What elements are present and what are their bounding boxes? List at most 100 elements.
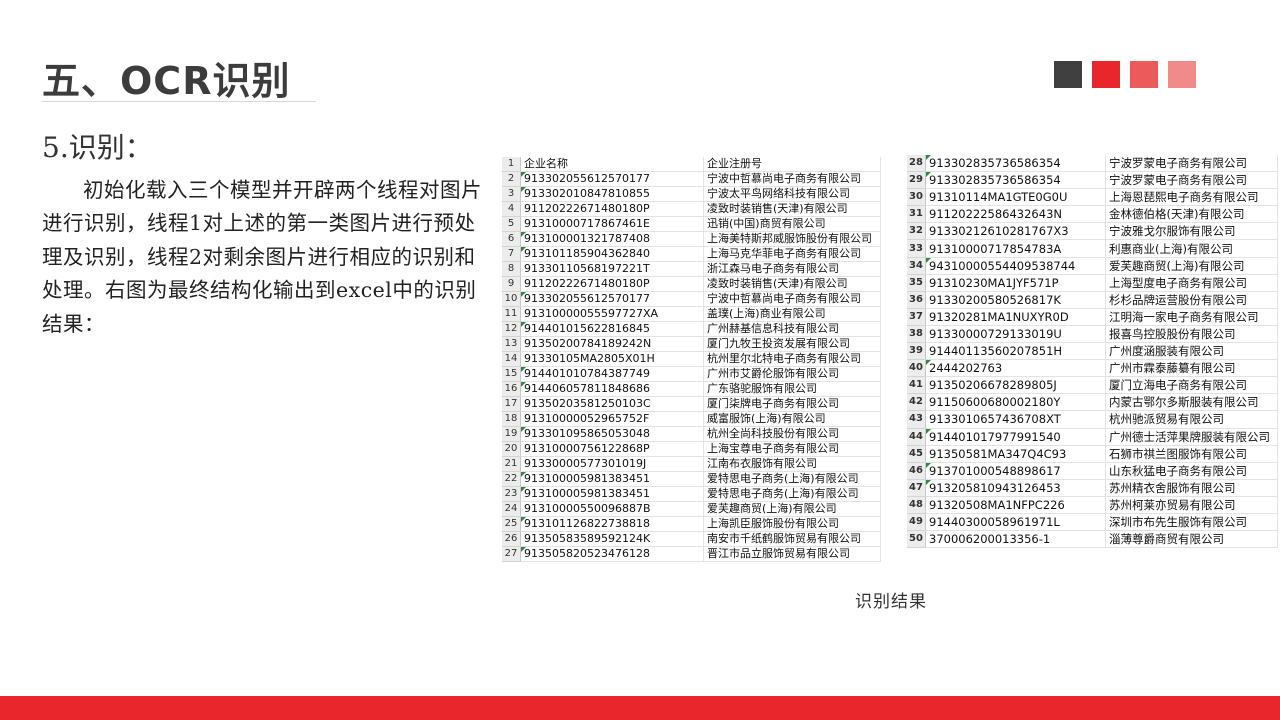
table-row: 14 91330105MA2805X01H 杭州里尔北特电子商务有限公司 xyxy=(502,351,881,367)
cell-registration-number: 91350200784189242N xyxy=(520,336,704,352)
cell-company-name: 宁波罗蒙电子商务有限公司 xyxy=(1105,171,1278,190)
cell-registration-number: 913205810943126453 xyxy=(925,479,1106,497)
row-number: 32 xyxy=(907,222,926,241)
table-row: 28 913302835736586354 宁波罗蒙电子商务有限公司 xyxy=(907,155,1278,173)
cell-company-name: 宁波太平鸟网络科技有限公司 xyxy=(703,186,881,202)
cell-registration-number: 91120222671480180P xyxy=(520,276,704,292)
row-number: 10 xyxy=(502,291,521,307)
cell-company-name: 宁波中哲慕尚电子商务有限公司 xyxy=(703,171,881,187)
row-number: 33 xyxy=(907,239,926,258)
table-row: 33 91310000717854783A 利惠商业(上海)有限公司 xyxy=(907,239,1278,258)
cell-company-name: 凌致时装销售(天津)有限公司 xyxy=(703,201,881,217)
cell-registration-number: 91310000756122868P xyxy=(520,441,704,457)
cell-company-name: 深圳市布先生服饰有限公司 xyxy=(1105,513,1278,532)
row-number: 35 xyxy=(907,274,926,292)
excel-result-sheet-left: 1 企业名称 企业注册号 2 913302055612570177 宁波中哲慕尚电子商务有… xyxy=(502,157,881,562)
row-number: 49 xyxy=(907,513,926,532)
cell-registration-number: 91150600680002180Y xyxy=(925,393,1106,412)
cell-registration-number: 914401017977991540 xyxy=(925,428,1106,446)
cell-company-name: 广州德士活萍果牌服装有限公司 xyxy=(1105,428,1278,446)
row-number: 24 xyxy=(502,501,521,517)
table-row: 3 913302010847810855 宁波太平鸟网络科技有限公司 xyxy=(502,186,881,202)
table-row: 17 91350203581250103C 厦门柒牌电子商务有限公司 xyxy=(502,396,881,412)
cell-company-name: 广东骆驼服饰有限公司 xyxy=(703,381,881,397)
cell-company-name: 山东秋猛电子商务有限公司 xyxy=(1105,462,1278,480)
cell-registration-number: 913701000548898617 xyxy=(925,462,1106,480)
cell-company-name: 江明海一家电子商务有限公司 xyxy=(1105,308,1278,326)
cell-registration-number: 914406057811848686 xyxy=(520,381,704,397)
row-number: 25 xyxy=(502,516,521,532)
row-number: 41 xyxy=(907,376,926,395)
cell-company-name: 爱特思电子商务(上海)有限公司 xyxy=(703,471,881,487)
table-row: 4 91120222671480180P 凌致时装销售(天津)有限公司 xyxy=(502,201,881,217)
row-number: 23 xyxy=(502,486,521,502)
cell-company-name: 上海美特斯邦威服饰股份有限公司 xyxy=(703,231,881,247)
table-row: 22 913100005981383451 爱特思电子商务(上海)有限公司 xyxy=(502,471,881,487)
cell-company-name: 宁波雅戈尔服饰有限公司 xyxy=(1105,222,1278,241)
table-row: 9 91120222671480180P 凌致时装销售(天津)有限公司 xyxy=(502,276,881,292)
cell-registration-number: 91350581MA347Q4C93 xyxy=(925,445,1106,463)
table-row: 2 913302055612570177 宁波中哲慕尚电子商务有限公司 xyxy=(502,171,881,187)
cell-company-name: 上海马克华菲电子商务有限公司 xyxy=(703,246,881,262)
row-number: 36 xyxy=(907,291,926,309)
row-number: 19 xyxy=(502,426,521,442)
cell-company-name: 企业注册号 xyxy=(703,157,881,172)
row-number: 20 xyxy=(502,441,521,457)
cell-registration-number: 913301095865053048 xyxy=(520,426,704,442)
row-number: 38 xyxy=(907,325,926,344)
table-row: 7 913101185904362840 上海马克华菲电子商务有限公司 xyxy=(502,246,881,262)
row-number: 17 xyxy=(502,396,521,412)
table-row: 45 91350581MA347Q4C93 石狮市祺兰图服饰有限公司 xyxy=(907,445,1278,463)
square-dark xyxy=(1054,61,1082,88)
cell-company-name: 厦门柒牌电子商务有限公司 xyxy=(703,396,881,412)
row-number: 47 xyxy=(907,479,926,497)
row-number: 27 xyxy=(502,546,521,562)
figure-caption: 识别结果 xyxy=(855,592,927,612)
row-number: 34 xyxy=(907,257,926,275)
row-number: 5 xyxy=(502,216,521,232)
row-number: 8 xyxy=(502,261,521,277)
cell-registration-number: 91310000717867461E xyxy=(520,216,704,232)
table-row: 37 91320281MA1NUXYR0D 江明海一家电子商务有限公司 xyxy=(907,308,1278,326)
cell-registration-number: 9133010657436708XT xyxy=(925,410,1106,429)
table-row: 44 914401017977991540 广州德士活萍果牌服装有限公司 xyxy=(907,428,1278,446)
table-row: 19 913301095865053048 杭州全尚科技股份有限公司 xyxy=(502,426,881,442)
cell-registration-number: 91310000055597727XA xyxy=(520,306,704,322)
cell-registration-number: 91310000052965752F xyxy=(520,411,704,427)
table-row: 15 914401010784387749 广州市艾爵伦服饰有限公司 xyxy=(502,366,881,382)
table-row: 21 91330000577301019J 江南布衣服饰有限公司 xyxy=(502,456,881,472)
cell-company-name: 淄薄尊爵商贸有限公司 xyxy=(1105,530,1278,549)
row-number: 45 xyxy=(907,445,926,463)
description-paragraph: 初始化载入三个模型并开辟两个线程对图片进行识别，线程1对上述的第一类图片进行预处… xyxy=(42,178,482,336)
table-row: 35 91310230MA1JYF571P 上海型度电子商务有限公司 xyxy=(907,274,1278,292)
cell-registration-number: 91330000577301019J xyxy=(520,456,704,472)
table-row: 31 91120222586432643N 金林德伯格(天津)有限公司 xyxy=(907,205,1278,224)
cell-company-name: 浙江森马电子商务有限公司 xyxy=(703,261,881,277)
table-row: 16 914406057811848686 广东骆驼服饰有限公司 xyxy=(502,381,881,397)
section-subtitle: 5.识别： xyxy=(42,131,153,164)
table-row: 18 91310000052965752F 威富服饰(上海)有限公司 xyxy=(502,411,881,427)
cell-company-name: 晋江市品立服饰贸易有限公司 xyxy=(703,546,881,562)
cell-registration-number: 913100005981383451 xyxy=(520,486,704,502)
cell-company-name: 威富服饰(上海)有限公司 xyxy=(703,411,881,427)
table-row: 12 914401015622816845 广州赫基信息科技有限公司 xyxy=(502,321,881,337)
cell-company-name: 苏州精衣舍服饰有限公司 xyxy=(1105,479,1278,497)
cell-registration-number: 91440113560207851H xyxy=(925,342,1106,361)
cell-registration-number: 91350203581250103C xyxy=(520,396,704,412)
row-number: 39 xyxy=(907,342,926,361)
cell-company-name: 广州市霖泰藤纂有限公司 xyxy=(1105,359,1278,378)
row-number: 14 xyxy=(502,351,521,367)
cell-registration-number: 91330200580526817K xyxy=(925,291,1106,309)
square-light-red xyxy=(1130,61,1158,88)
cell-company-name: 厦门九牧王投资发展有限公司 xyxy=(703,336,881,352)
table-row: 11 91310000055597727XA 盖璞(上海)商业有限公司 xyxy=(502,306,881,322)
row-number: 12 xyxy=(502,321,521,337)
cell-registration-number: 91350206678289805J xyxy=(925,376,1106,395)
cell-company-name: 石狮市祺兰图服饰有限公司 xyxy=(1105,445,1278,463)
cell-registration-number: 91350583589592124K xyxy=(520,531,704,547)
row-number: 31 xyxy=(907,205,926,224)
table-row: 25 913101126822738818 上海凯臣服饰股份有限公司 xyxy=(502,516,881,532)
row-number: 16 xyxy=(502,381,521,397)
row-number: 21 xyxy=(502,456,521,472)
row-number: 18 xyxy=(502,411,521,427)
